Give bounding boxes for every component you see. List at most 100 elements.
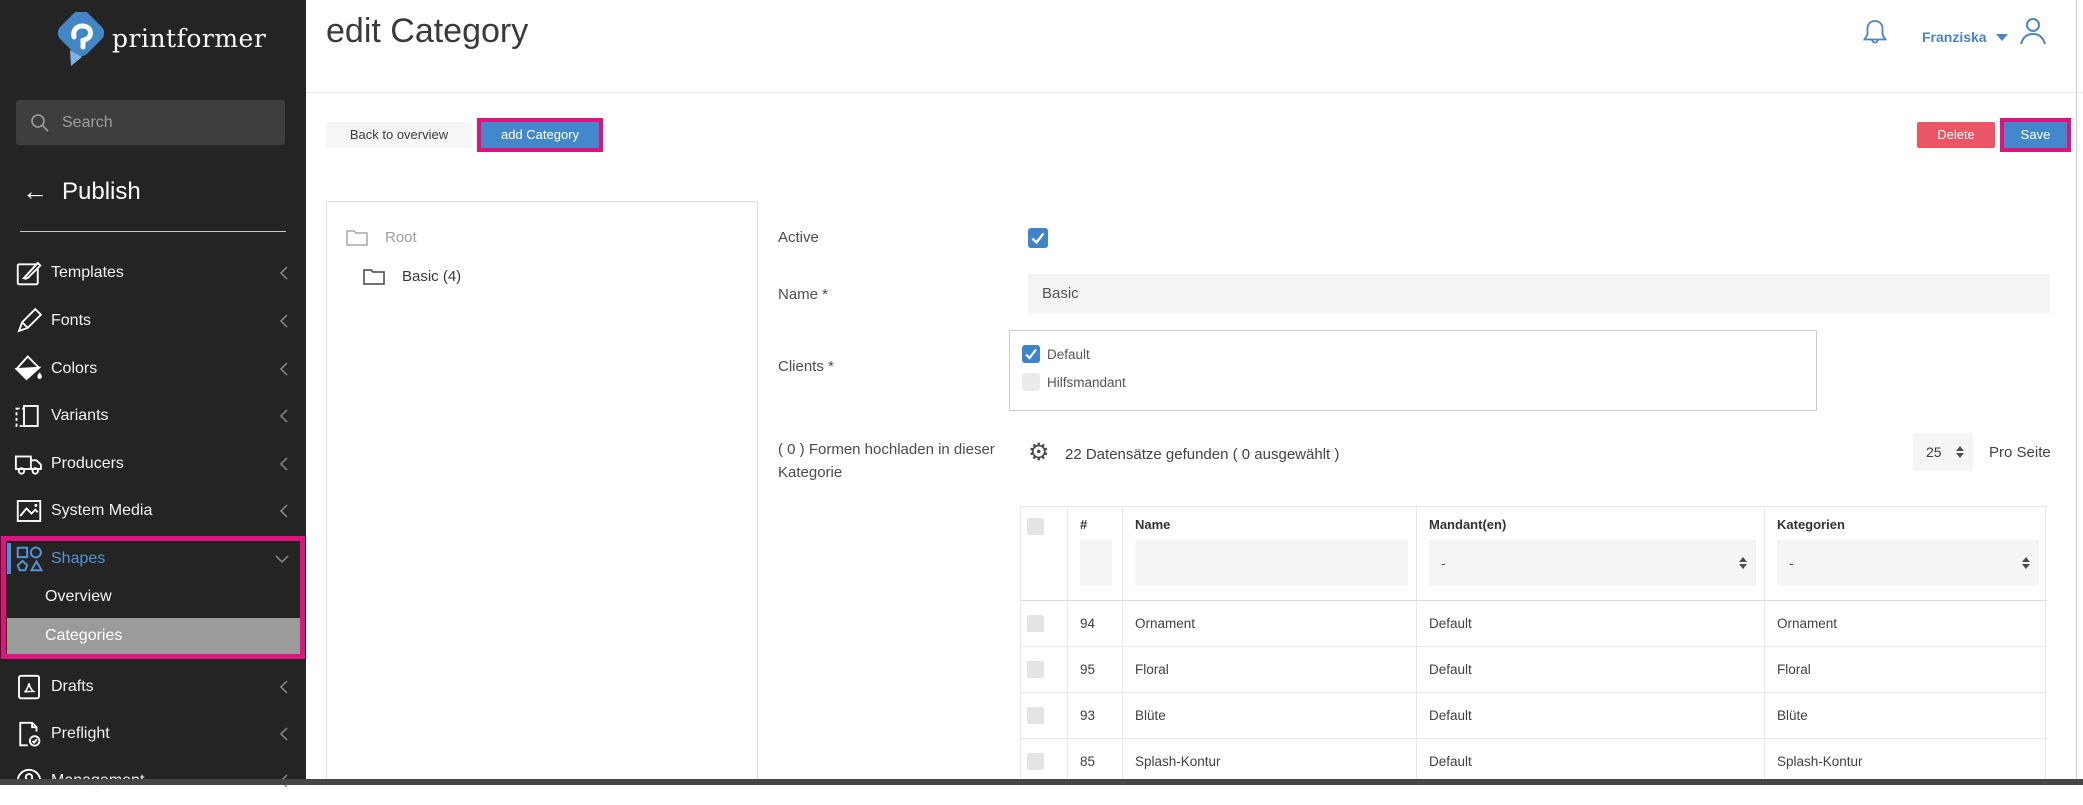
cell-name[interactable]: Floral [1123, 647, 1417, 693]
sidebar-item-overview[interactable]: Overview [0, 577, 306, 617]
printformer-logo-icon[interactable] [53, 12, 109, 72]
sidebar-item-drafts[interactable]: Drafts [0, 663, 306, 711]
client-option-hilfsmandant[interactable]: Hilfsmandant [1022, 373, 1126, 391]
chevron-left-icon [278, 503, 290, 519]
folder-icon [345, 227, 369, 247]
chevron-down-icon [274, 553, 290, 565]
sidebar-item-preflight[interactable]: Preflight [0, 710, 306, 758]
name-input[interactable] [1028, 274, 2050, 313]
categories-header-cell: Kategorien - [1765, 507, 2047, 601]
window-right-edge [2076, 0, 2077, 785]
cell-id[interactable]: 93 [1068, 693, 1123, 739]
cell-name[interactable]: Ornament [1123, 601, 1417, 647]
row-checkbox[interactable] [1027, 615, 1044, 632]
cell-id[interactable]: 95 [1068, 647, 1123, 693]
column-header-clients[interactable]: Mandant(en) [1429, 517, 1756, 532]
sidebar-item-variants[interactable]: Variants [0, 392, 306, 440]
drafts-icon [14, 672, 44, 702]
page-title: edit Category [326, 12, 528, 51]
per-page-select[interactable]: 25 [1913, 433, 1973, 471]
back-arrow-icon: ← [22, 176, 48, 207]
shapes-table: # Name Mandant(en) - Kategorien - 94 Orn… [1020, 506, 2046, 785]
cell-client[interactable]: Default [1417, 647, 1765, 693]
cell-category[interactable]: Ornament [1765, 601, 2047, 647]
row-checkbox[interactable] [1027, 661, 1044, 678]
column-header-name[interactable]: Name [1135, 517, 1408, 532]
client-option-default[interactable]: Default [1022, 345, 1090, 363]
records-summary: 22 Datensätze gefunden ( 0 ausgewählt ) [1065, 446, 1339, 463]
sidebar-item-shapes[interactable]: Shapes [0, 535, 306, 583]
select-all-header-cell [1021, 507, 1068, 601]
row-checkbox[interactable] [1027, 753, 1044, 770]
back-to-overview-button[interactable]: Back to overview [326, 122, 472, 148]
variants-icon [14, 401, 44, 431]
table-row-checkbox-cell [1021, 647, 1068, 693]
search-icon [30, 113, 50, 133]
name-label: Name * [778, 286, 828, 303]
templates-icon [14, 258, 44, 288]
active-item-indicator [7, 543, 11, 574]
per-page-label: Pro Seite [1989, 444, 2051, 461]
id-filter-input[interactable] [1080, 540, 1112, 586]
delete-button[interactable]: Delete [1917, 122, 1995, 148]
gear-icon[interactable]: ⚙ [1028, 438, 1050, 467]
name-header-cell: Name [1123, 507, 1417, 601]
add-category-button[interactable]: add Category [481, 122, 599, 148]
select-updown-icon [1739, 557, 1747, 569]
cell-category[interactable]: Floral [1765, 647, 2047, 693]
system-media-icon [14, 496, 44, 526]
header-divider [306, 92, 2083, 93]
sidebar-item-system-media[interactable]: System Media [0, 487, 306, 535]
select-updown-icon [2022, 557, 2030, 569]
user-menu[interactable]: Franziska [1922, 29, 1987, 45]
brand-wordmark: printformer [112, 24, 266, 53]
chevron-left-icon [278, 265, 290, 281]
select-updown-icon [1956, 446, 1964, 458]
column-header-id[interactable]: # [1080, 517, 1114, 532]
table-row-checkbox-cell [1021, 601, 1068, 647]
clients-header-cell: Mandant(en) - [1417, 507, 1765, 601]
colors-icon [14, 354, 44, 384]
notifications-bell-icon[interactable] [1860, 17, 1890, 51]
sidebar-item-colors[interactable]: Colors [0, 345, 306, 393]
folder-icon [362, 266, 386, 286]
cell-client[interactable]: Default [1417, 601, 1765, 647]
clients-label: Clients * [778, 358, 834, 375]
cell-name[interactable]: Blüte [1123, 693, 1417, 739]
active-label: Active [778, 229, 819, 246]
search-input[interactable] [62, 114, 285, 132]
checked-checkbox[interactable] [1022, 345, 1040, 363]
name-filter-input[interactable] [1135, 540, 1408, 586]
chevron-left-icon [278, 313, 290, 329]
user-caret-down-icon[interactable] [1996, 34, 2008, 41]
id-header-cell: # [1068, 507, 1123, 601]
unchecked-checkbox[interactable] [1022, 373, 1040, 391]
tree-node-root[interactable]: Root [345, 227, 417, 247]
cell-category[interactable]: Blüte [1765, 693, 2047, 739]
column-header-categories[interactable]: Kategorien [1777, 517, 2039, 532]
clients-box: Default Hilfsmandant [1009, 330, 1817, 411]
cell-client[interactable]: Default [1417, 693, 1765, 739]
chevron-left-icon [278, 726, 290, 742]
sidebar-divider [20, 231, 286, 232]
publish-back-link[interactable]: ← Publish [22, 176, 141, 207]
save-button[interactable]: Save [2004, 122, 2067, 148]
cell-id[interactable]: 94 [1068, 601, 1123, 647]
sidebar-item-fonts[interactable]: Fonts [0, 297, 306, 345]
active-checkbox[interactable] [1028, 228, 1048, 248]
categories-filter-select[interactable]: - [1777, 540, 2039, 586]
sidebar-item-categories[interactable]: Categories [7, 618, 300, 654]
chevron-left-icon [278, 408, 290, 424]
sidebar-search[interactable] [16, 100, 285, 145]
producers-icon [14, 449, 44, 479]
row-checkbox[interactable] [1027, 707, 1044, 724]
upload-note: ( 0 ) Formen hochladen in dieser Kategor… [778, 438, 996, 484]
sidebar-item-templates[interactable]: Templates [0, 249, 306, 297]
select-all-checkbox[interactable] [1027, 518, 1044, 535]
sidebar-item-producers[interactable]: Producers [0, 440, 306, 488]
sidebar: printformer ← Publish Templates Fonts [0, 0, 306, 785]
shapes-icon [14, 544, 44, 574]
tree-node-basic[interactable]: Basic (4) [362, 266, 461, 286]
user-avatar-icon[interactable] [2016, 14, 2050, 48]
clients-filter-select[interactable]: - [1429, 540, 1756, 586]
